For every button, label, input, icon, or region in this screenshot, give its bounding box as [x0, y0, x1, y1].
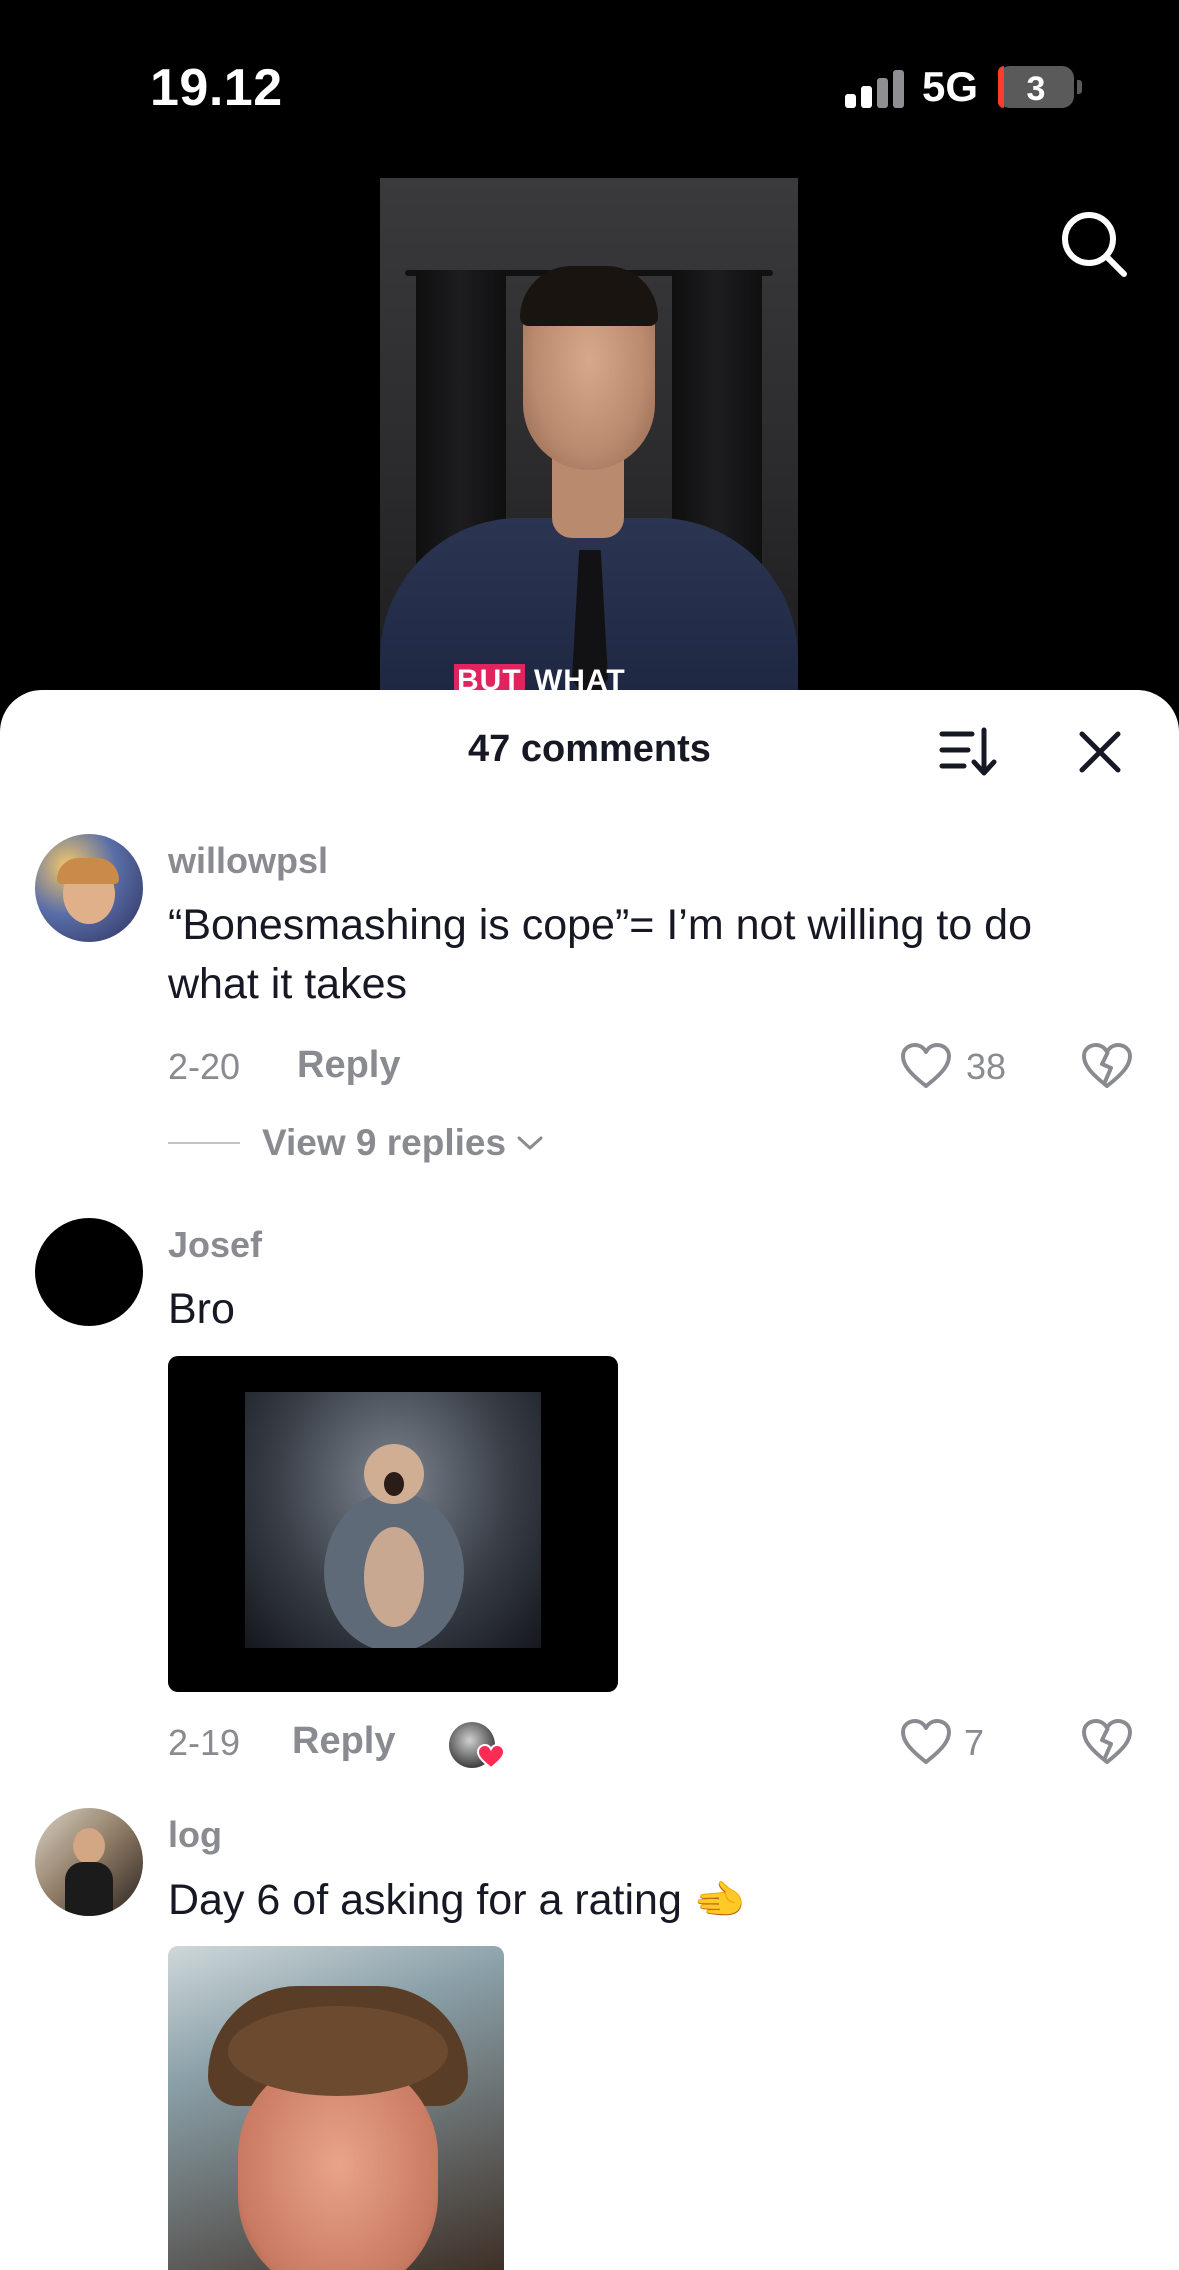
signal-icon: [845, 70, 905, 108]
like-count: 7: [964, 1722, 985, 1763]
creator-heart-icon: [477, 1744, 505, 1770]
avatar[interactable]: [35, 1808, 143, 1916]
sort-icon[interactable]: [938, 724, 998, 780]
broken-heart-icon[interactable]: [1081, 1040, 1133, 1090]
chevron-down-icon: [517, 1136, 543, 1150]
comment-image[interactable]: [168, 1356, 618, 1692]
pointing-hand-emoji: 🫲: [693, 1876, 747, 1923]
like-count: 38: [966, 1046, 1007, 1087]
reply-button[interactable]: Reply: [292, 1720, 395, 1763]
avatar[interactable]: [35, 834, 143, 942]
battery-level: 3: [1026, 70, 1046, 108]
comment-text: “Bonesmashing is cope”= I’m not willing …: [168, 901, 1033, 1008]
comment-text: Bro: [168, 1285, 235, 1333]
comment-text: Day 6 of asking for a rating 🫲: [168, 1870, 1128, 1930]
comments-sheet: 47 comments willowpsl “Bonesmashing is c…: [0, 690, 1179, 2270]
broken-heart-icon[interactable]: [1081, 1716, 1133, 1766]
comment-image[interactable]: [168, 1946, 504, 2270]
comment-username[interactable]: log: [168, 1814, 222, 1856]
view-replies-label: View 9 replies: [262, 1122, 507, 1163]
comments-count-title: 47 comments: [468, 728, 711, 770]
replies-divider: [168, 1142, 240, 1144]
heart-icon[interactable]: [900, 1718, 952, 1766]
search-icon[interactable]: [1058, 208, 1130, 280]
status-time: 19.12: [150, 59, 283, 117]
battery-tip: [1077, 80, 1082, 94]
comment-username[interactable]: Josef: [168, 1224, 262, 1266]
comment-image-figure: [324, 1444, 464, 1648]
status-bar: 19.12 5G 3: [0, 0, 1179, 170]
comment-text-body: Day 6 of asking for a rating: [168, 1876, 682, 1924]
comment-date: 2-19: [168, 1722, 241, 1763]
network-type: 5G: [922, 63, 979, 110]
battery-icon: 3: [998, 66, 1074, 108]
view-replies-button[interactable]: View 9 replies: [168, 1122, 544, 1164]
reply-button[interactable]: Reply: [297, 1044, 400, 1087]
video-player[interactable]: BUT WHAT ACTUALLY: [380, 178, 798, 698]
avatar[interactable]: [35, 1218, 143, 1326]
comment-date: 2-20: [168, 1046, 241, 1087]
comment-username[interactable]: willowpsl: [168, 840, 328, 882]
close-icon[interactable]: [1076, 728, 1124, 776]
heart-icon[interactable]: [900, 1042, 952, 1090]
